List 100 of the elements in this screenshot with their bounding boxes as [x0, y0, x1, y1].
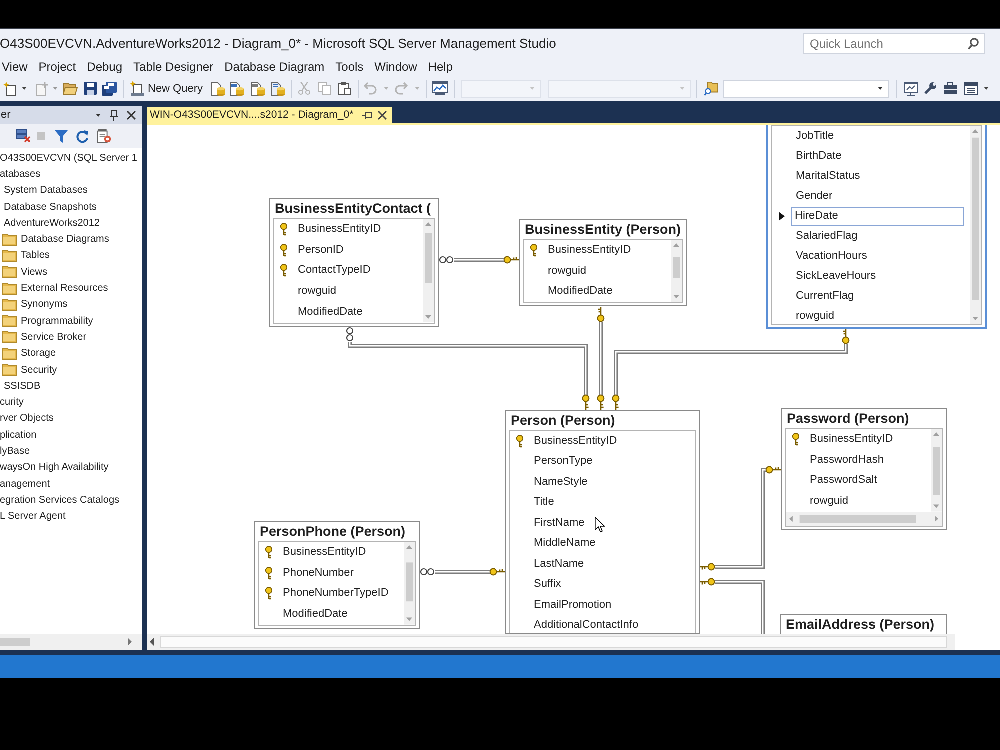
column-name[interactable]: Title [529, 495, 556, 510]
tree-item[interactable]: Database Diagrams [2, 232, 110, 248]
report-icon[interactable] [97, 129, 112, 143]
tree-item[interactable]: atabases [0, 166, 41, 182]
column-name[interactable]: JobTitle [791, 128, 836, 144]
menu-item[interactable]: Database Diagram [218, 60, 330, 74]
tree-item[interactable]: anagement [0, 476, 50, 492]
search-icon[interactable] [968, 38, 979, 50]
caret-icon[interactable] [22, 87, 27, 90]
filter-icon[interactable] [55, 130, 68, 142]
pin-icon[interactable] [110, 110, 118, 120]
column-name[interactable]: PhoneNumberTypeID [278, 586, 390, 602]
tree-item[interactable]: SSISDB [4, 378, 41, 394]
column-name[interactable]: rowguid [543, 264, 588, 279]
column-name[interactable]: ContactTypeID [293, 263, 372, 278]
column-name[interactable]: BusinessEntityID [543, 242, 632, 258]
vertical-scrollbar[interactable] [671, 240, 682, 302]
close-icon[interactable] [127, 110, 136, 120]
column-name[interactable]: SickLeaveHours [791, 268, 878, 284]
wrench-icon[interactable] [924, 82, 938, 95]
relationship-line[interactable] [715, 580, 765, 634]
toolbox-icon[interactable] [944, 82, 958, 95]
chart-window-icon[interactable] [432, 81, 448, 96]
table-node[interactable]: PersonPhone (Person) BusinessEntityID PhoneNumber PhoneNumberTypeID ModifiedDate [254, 521, 420, 629]
column-name[interactable]: PersonType [529, 454, 594, 470]
table-node[interactable]: Password (Person) BusinessEntityID PasswordHash PasswordSalt rowguid [781, 408, 947, 530]
column-name[interactable]: PhoneNumber [278, 566, 355, 581]
relationship-line[interactable] [435, 570, 490, 574]
document-database-icon[interactable] [251, 82, 266, 96]
menu-item[interactable]: Project [32, 60, 82, 74]
table-node[interactable]: BusinessEntity (Person) BusinessEntityID rowguid ModifiedDate [519, 219, 687, 306]
column-name[interactable]: ModifiedDate [543, 284, 614, 300]
column-name[interactable]: CurrentFlag [791, 288, 856, 304]
relationship-line[interactable] [614, 344, 848, 395]
new-query-button[interactable]: New Query [127, 78, 206, 98]
relationship-line[interactable] [715, 468, 766, 569]
column-name[interactable]: BusinessEntityID [529, 434, 618, 449]
tree-item[interactable]: O43S00EVCVN (SQL Server 1 [0, 150, 138, 166]
column-name[interactable]: BusinessEntityID [805, 432, 894, 447]
column-name[interactable]: LastName [529, 556, 586, 572]
column-name[interactable]: AdditionalContactInfo [529, 618, 640, 633]
column-name[interactable]: rowguid [805, 494, 850, 509]
tree-item[interactable]: lyBase [0, 444, 30, 459]
column-name[interactable]: PasswordHash [805, 452, 885, 468]
tree-item[interactable]: Synonyms [2, 297, 68, 312]
tree-item[interactable]: curity [0, 395, 24, 410]
refresh-icon[interactable] [76, 130, 89, 142]
column-name[interactable]: BirthDate [791, 148, 843, 164]
menu-item[interactable]: View [0, 60, 33, 74]
column-name[interactable]: ModifiedDate [278, 606, 349, 622]
relationship-line[interactable] [348, 342, 588, 395]
quick-launch-field[interactable]: Quick Launch [803, 33, 985, 54]
column-name[interactable]: EmailPromotion [529, 598, 613, 613]
tree-item[interactable]: rver Objects [0, 411, 54, 426]
caret-icon[interactable] [878, 87, 884, 90]
tree-item[interactable]: System Databases [4, 183, 88, 198]
menu-item[interactable]: Window [368, 60, 422, 74]
vertical-scrollbar[interactable] [423, 219, 434, 322]
floppy-disks-icon[interactable] [102, 82, 117, 96]
table-node[interactable]: JobTitle BirthDate MaritalStatus Gender HireDate SalariedFlag VacationHours SickLeaveHours CurrentFlag rowguid [766, 125, 987, 329]
pin-icon[interactable] [362, 112, 372, 118]
save-icon[interactable] [84, 82, 97, 95]
relationship-line[interactable] [454, 258, 504, 262]
tree-item[interactable]: Security [2, 362, 58, 378]
table-node[interactable]: Person (Person) BusinessEntityID PersonType NameStyle Title FirstName MiddleName LastName Suffix EmailPromotion AdditionalContactInfo [505, 410, 700, 634]
close-icon[interactable] [378, 110, 387, 120]
column-name[interactable]: SalariedFlag [791, 228, 859, 244]
vertical-scrollbar[interactable] [404, 542, 415, 625]
vertical-scrollbar[interactable] [931, 429, 942, 512]
copy-icon[interactable] [318, 82, 332, 95]
menu-item[interactable]: Tools [330, 60, 369, 74]
column-name[interactable]: rowguid [293, 284, 338, 299]
column-name[interactable]: PasswordSalt [805, 473, 878, 488]
column-name[interactable]: Gender [791, 188, 834, 204]
relationship-line[interactable] [599, 322, 603, 395]
tree-item[interactable]: egration Services Catalogs [0, 492, 120, 508]
tree-item[interactable]: waysOn High Availability [0, 460, 109, 476]
tree-item[interactable]: External Resources [2, 281, 108, 296]
column-name[interactable]: FirstName [529, 516, 586, 531]
clipboard-icon[interactable] [338, 82, 352, 95]
caret-icon[interactable] [96, 114, 101, 116]
vertical-scrollbar[interactable] [970, 126, 981, 324]
table-node[interactable]: EmailAddress (Person) [780, 614, 947, 634]
column-name[interactable]: BusinessEntityID [278, 544, 368, 560]
document-database-icon[interactable] [271, 82, 286, 96]
menu-item[interactable]: Debug [81, 60, 128, 74]
document-sparkle-icon[interactable] [3, 82, 17, 96]
column-name[interactable]: PersonID [293, 242, 345, 258]
column-name[interactable]: MiddleName [529, 536, 597, 552]
column-name[interactable]: Suffix [529, 577, 562, 592]
column-name-field[interactable]: HireDate [791, 206, 964, 226]
folder-search-icon[interactable] [704, 82, 720, 96]
column-name[interactable]: rowguid [791, 308, 836, 324]
column-name[interactable]: BusinessEntityID [293, 222, 382, 237]
column-name[interactable]: NameStyle [529, 474, 589, 490]
document-database-icon[interactable] [230, 82, 244, 96]
folder-icon[interactable] [63, 82, 78, 96]
tree-item[interactable]: Views [2, 264, 48, 280]
tree-item[interactable]: AdventureWorks2012 [4, 216, 100, 231]
tree-item[interactable]: Database Snapshots [4, 200, 97, 215]
